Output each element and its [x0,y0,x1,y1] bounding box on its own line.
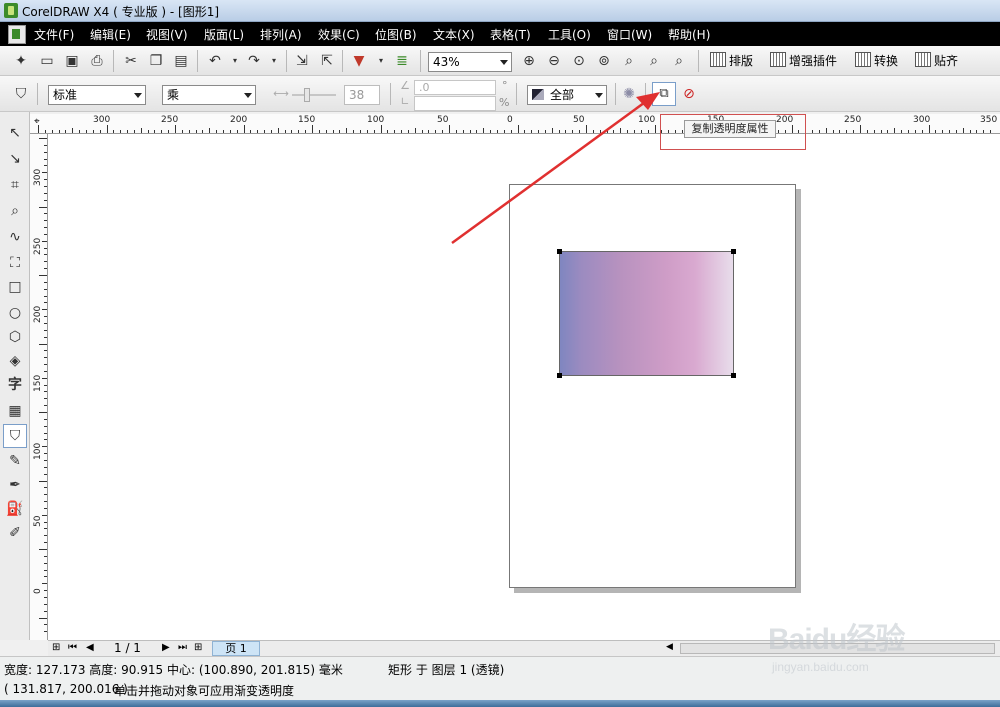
previous-page-icon[interactable]: ◀ [86,642,94,653]
watermark-logo: Baidu经验 [768,623,905,656]
next-page-icon[interactable]: ▶ [162,642,170,653]
add-page-after-icon[interactable]: ⊞ [194,642,202,653]
object-info: 矩形 于 图层 1 (透镜) [388,663,505,677]
baidu-watermark: Baidu经验 jingyan.baidu.com [760,598,990,688]
object-dimensions: 宽度: 127.173 高度: 90.915 中心: (100.890, 201… [4,663,343,677]
last-page-icon[interactable]: ⏭ [178,642,187,653]
page-counter: 1 / 1 [114,641,141,655]
add-page-before-icon[interactable]: ⊞ [52,642,60,653]
cursor-coordinates: ( 131.817, 200.016 ) [4,682,128,696]
status-hint: 单击并拖动对象可应用渐变透明度 [114,684,295,698]
first-page-icon[interactable]: ⏮ [68,642,77,653]
scroll-left-icon[interactable]: ◀ [666,642,673,652]
page-tab[interactable]: 页 1 [212,641,260,656]
watermark-url: jingyan.baidu.com [772,660,869,674]
taskbar [0,700,1000,707]
tooltip: 复制透明度属性 [684,120,776,138]
